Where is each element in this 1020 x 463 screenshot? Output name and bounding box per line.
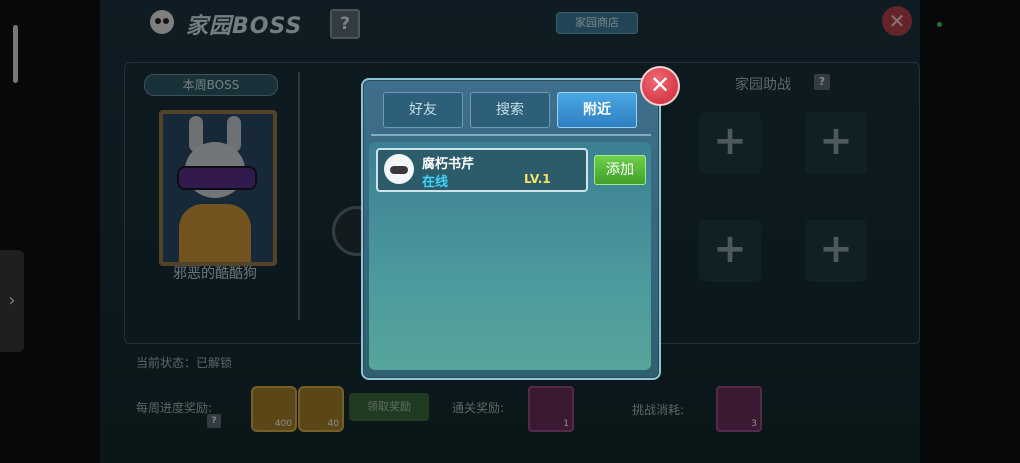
add-friend-button[interactable]: 添加 xyxy=(594,155,646,185)
coin-reward[interactable]: 40 xyxy=(298,386,344,432)
helper-slot[interactable]: + xyxy=(805,112,867,174)
dog-body xyxy=(179,204,251,262)
weekly-boss-tag: 本周BOSS xyxy=(144,74,278,96)
close-icon[interactable]: ✕ xyxy=(640,66,680,106)
weekly-help-button[interactable]: ? xyxy=(207,414,221,428)
boss-portrait xyxy=(159,110,277,266)
challenge-cost-label: 挑战消耗: xyxy=(632,403,685,417)
tab-search[interactable]: 搜索 xyxy=(470,92,550,128)
goggle-icon xyxy=(177,166,257,190)
tab-friends[interactable]: 好友 xyxy=(383,92,463,128)
helpers-help-button[interactable]: ? xyxy=(814,74,830,90)
system-pill xyxy=(13,25,18,83)
coin-count: 400 xyxy=(274,419,292,429)
helper-slot[interactable]: + xyxy=(805,220,867,282)
weekly-reward-label: 每周进度奖励: xyxy=(136,401,213,415)
helper-slot[interactable]: + xyxy=(699,220,761,282)
home-shop-button[interactable]: 家园商店 xyxy=(556,12,638,34)
player-level: LV.1 xyxy=(524,172,551,186)
claim-reward-button[interactable]: 领取奖励 xyxy=(349,393,429,421)
list-item[interactable]: 腐朽书芹 在线 LV.1 xyxy=(376,148,588,192)
side-handle[interactable]: › xyxy=(0,250,24,352)
player-name: 腐朽书芹 xyxy=(422,157,475,172)
indicator-dot xyxy=(937,22,942,27)
helpers-title: 家园助战 xyxy=(735,77,791,93)
add-friend-modal: 好友 搜索 附近 xyxy=(361,78,661,380)
clear-reward-label: 通关奖励: xyxy=(452,401,505,415)
challenge-cost-item[interactable]: 3 xyxy=(716,386,762,432)
modal-divider xyxy=(371,134,651,136)
screen: › 家园BOSS ? 家园商店 ✕ 本周BOSS 邪恶的酷酷狗 家园助战 ? +… xyxy=(0,0,1020,463)
avatar xyxy=(384,154,414,184)
helper-slot[interactable]: + xyxy=(699,112,761,174)
boss-name: 邪恶的酷酷狗 xyxy=(173,266,257,282)
close-icon[interactable]: ✕ xyxy=(882,6,912,36)
item-count: 1 xyxy=(563,419,569,429)
tab-nearby[interactable]: 附近 xyxy=(557,92,637,128)
divider xyxy=(298,72,300,320)
current-status: 当前状态：已解锁 xyxy=(136,356,233,370)
page-title: 家园BOSS xyxy=(186,14,303,39)
help-button[interactable]: ? xyxy=(330,9,360,39)
online-status: 在线 xyxy=(422,175,449,190)
skull-icon xyxy=(150,10,174,34)
coin-count: 40 xyxy=(327,419,339,429)
coin-reward[interactable]: 400 xyxy=(251,386,297,432)
clear-reward-item[interactable]: 1 xyxy=(528,386,574,432)
item-count: 3 xyxy=(751,419,757,429)
